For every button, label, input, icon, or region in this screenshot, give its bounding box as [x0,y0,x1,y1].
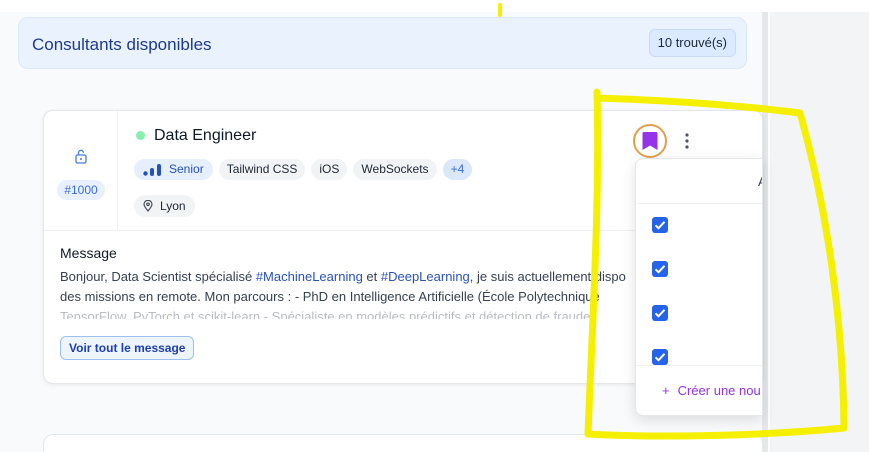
skill-tag: iOS [311,159,348,180]
hashtag-link[interactable]: #DeepLearning [381,269,470,284]
list-selection-popover: A + Créer une nou [635,158,763,416]
checkmark-icon [654,265,666,274]
checkmark-icon [654,353,666,362]
consultant-card[interactable] [43,434,763,452]
list-checkbox[interactable] [652,261,668,277]
message-line: TensorFlow, PyTorch et scikit-learn - Sp… [60,309,597,319]
more-tags-badge[interactable]: +4 [442,159,473,180]
message-preview: Bonjour, Data Scientist spécialisé #Mach… [60,267,640,319]
page-title: Consultants disponibles [32,35,212,54]
message-line: Bonjour, Data Scientist spécialisé #Mach… [60,269,626,284]
results-header: Consultants disponibles 10 trouvé(s) [18,17,747,69]
message-line: des missions en remote. Mon parcours : -… [60,289,600,304]
skill-tags: Senior Tailwind CSS iOS WebSockets +4 [134,159,473,180]
skill-tag: WebSockets [353,159,437,180]
card-id-column: #1000 [44,111,118,230]
see-full-message-button[interactable]: Voir tout le message [60,336,195,360]
level-badge: Senior [134,159,213,180]
location-pin-icon [143,200,153,212]
results-count-badge: 10 trouvé(s) [648,29,736,57]
signal-bars-icon [143,163,161,176]
skill-tag: Tailwind CSS [218,159,306,180]
side-panel-background [770,12,869,452]
level-label: Senior [169,162,204,176]
popover-header: A [636,159,762,204]
list-checkbox[interactable] [652,217,668,233]
availability-status-dot [136,131,145,140]
checkmark-icon [654,309,666,318]
checkmark-icon [654,221,666,230]
consultant-role-title: Data Engineer [154,127,257,144]
consultant-id-badge: #1000 [57,180,105,200]
message-label: Message [60,245,117,261]
location-label: Lyon [160,199,186,213]
list-checkbox[interactable] [652,305,668,321]
hashtag-link[interactable]: #MachineLearning [256,269,363,284]
unlock-icon[interactable] [73,148,89,164]
plus-icon: + [662,383,670,398]
bookmark-icon [642,132,658,150]
popover-title: A [758,174,762,189]
location-badge: Lyon [134,195,195,217]
create-list-button[interactable]: + Créer une nou [662,383,761,398]
create-list-label: Créer une nou [677,383,761,398]
list-checkbox[interactable] [652,349,668,365]
bookmark-button[interactable] [633,124,667,158]
more-options-icon[interactable] [680,131,694,151]
